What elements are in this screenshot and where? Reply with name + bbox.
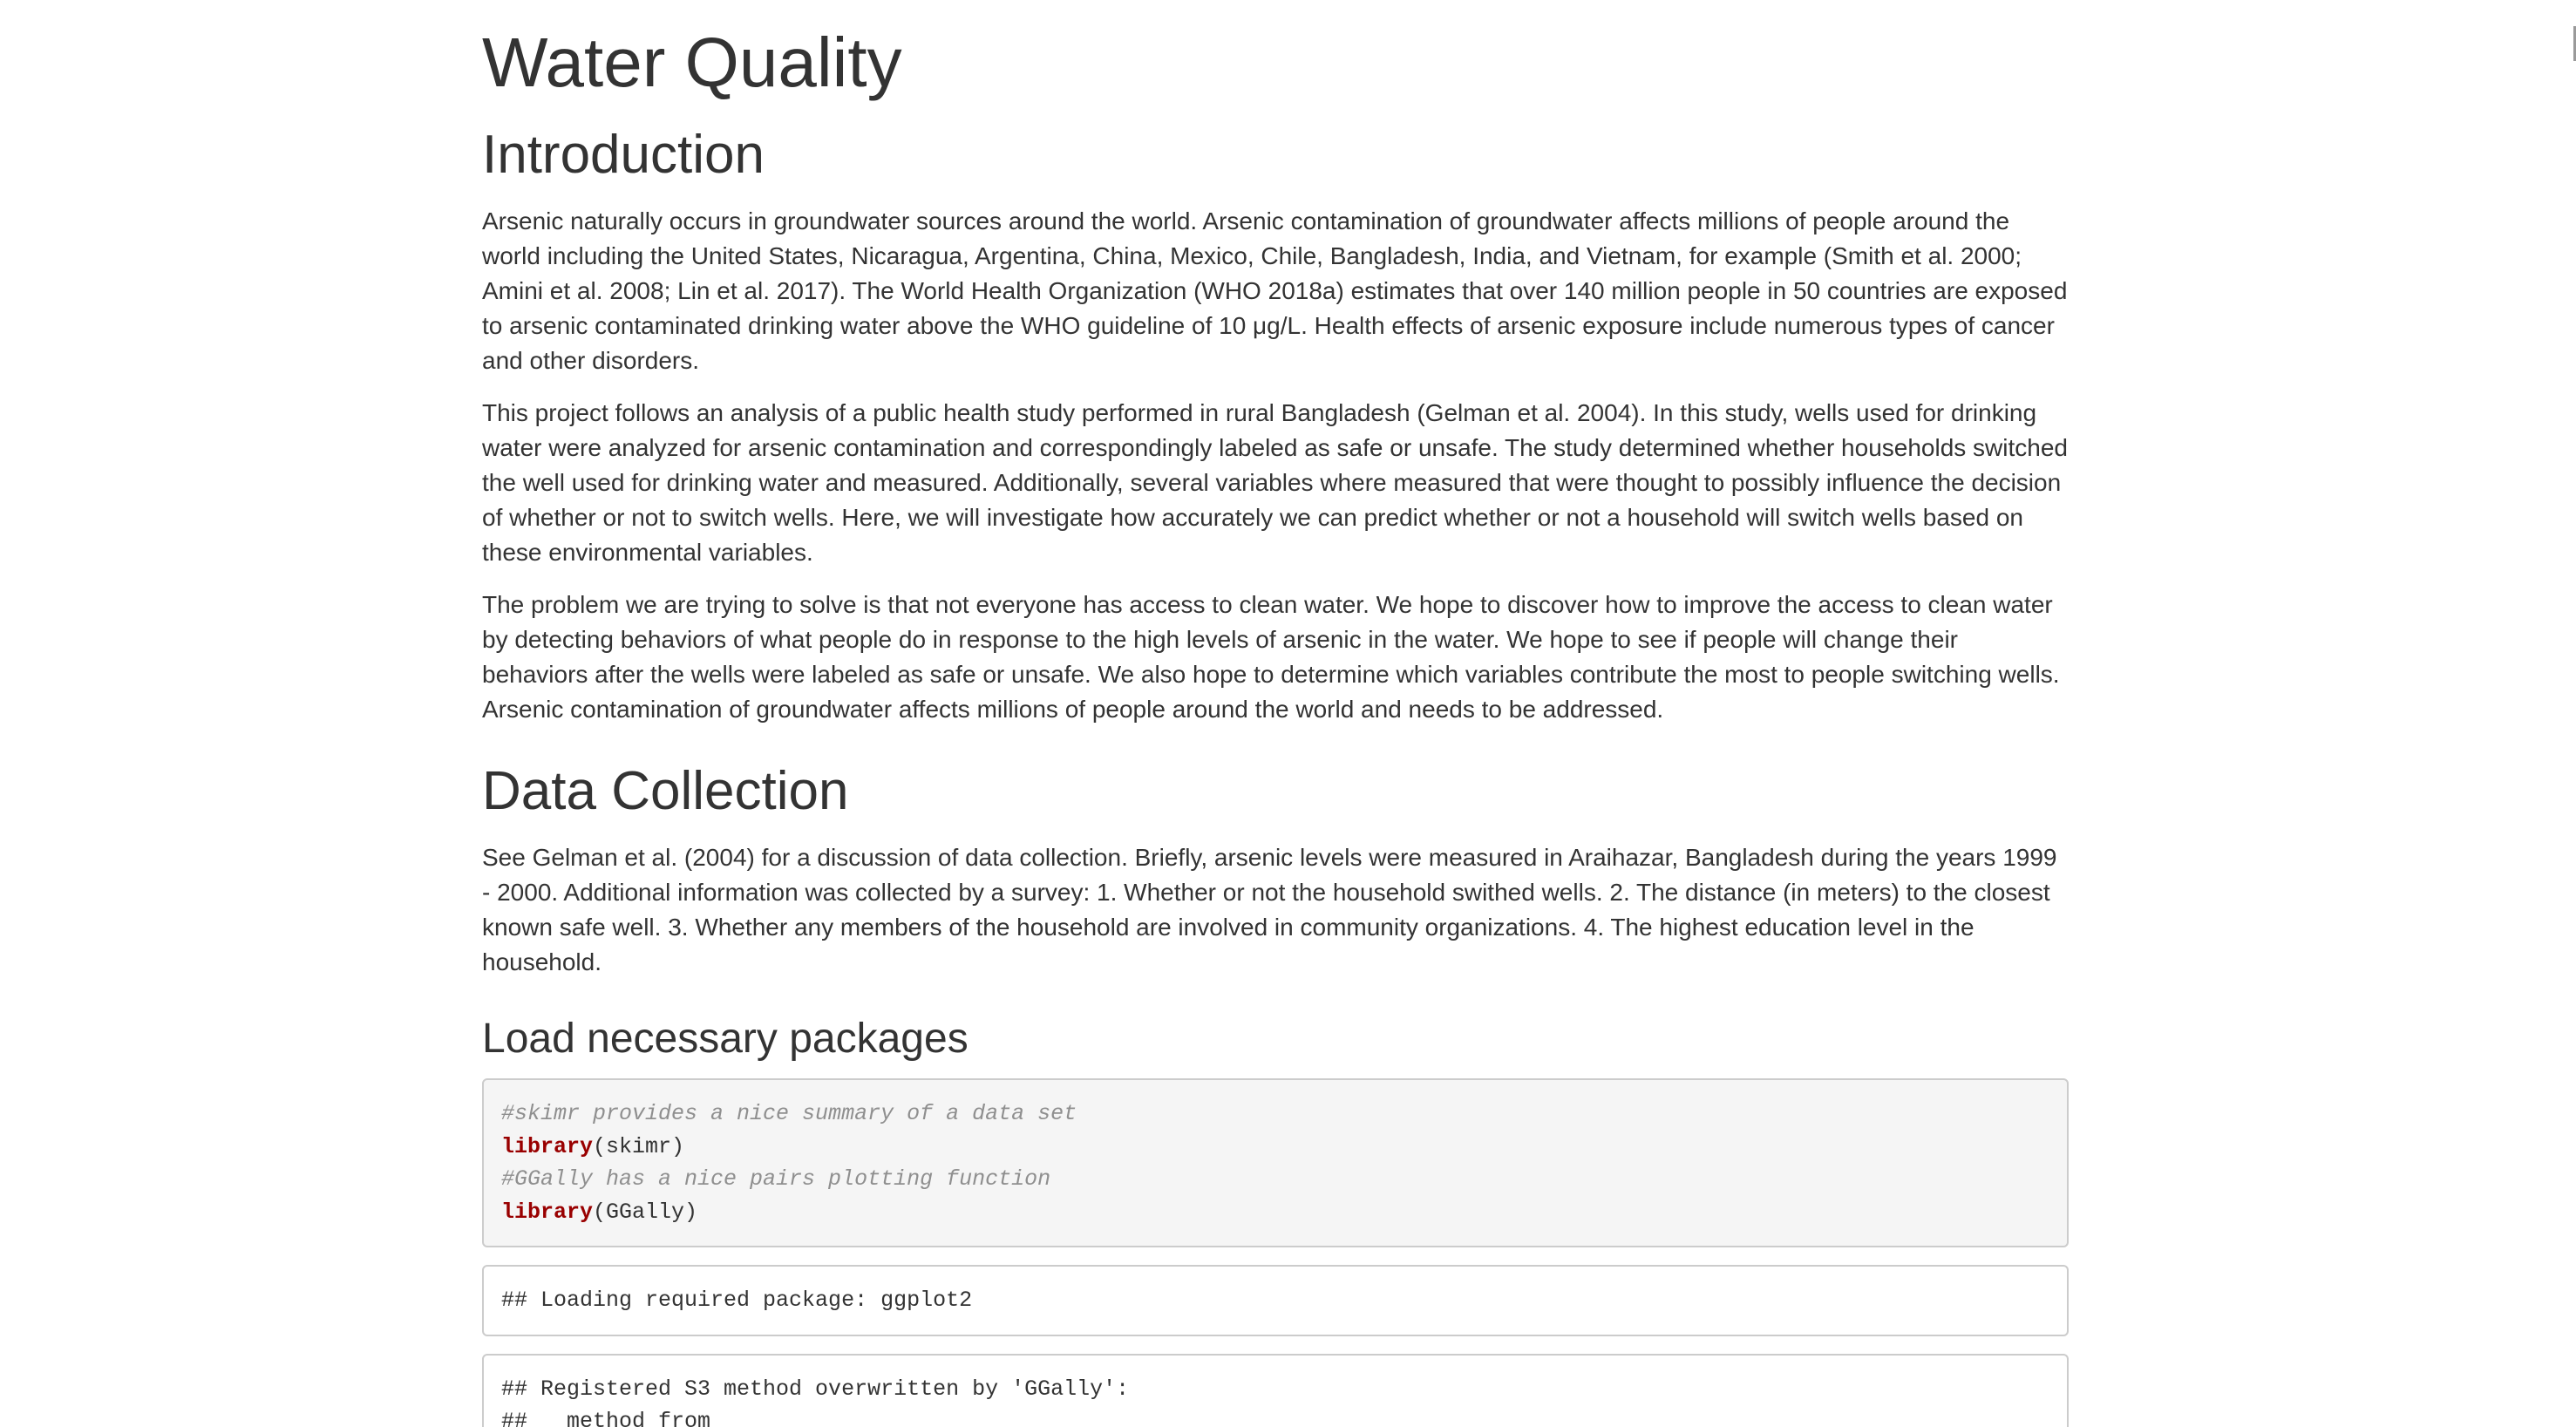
intro-paragraph-3: The problem we are trying to solve is th… [482, 591, 2060, 724]
code-block[interactable]: #skimr provides a nice summary of a data… [482, 1078, 2069, 1248]
section-heading-introduction: Introduction [482, 125, 765, 185]
output-line: ## Loading required package: ggplot2 [501, 1288, 973, 1314]
intro-paragraph-2: This project follows an analysis of a pu… [482, 399, 2068, 567]
output-block-registered[interactable]: ## Registered S3 method overwritten by '… [482, 1353, 2069, 1427]
code-comment: #GGally has a nice pairs plotting functi… [501, 1166, 1051, 1193]
code-keyword: library [501, 1133, 594, 1159]
intro-paragraph-1: Arsenic naturally occurs in groundwater … [482, 207, 2068, 375]
code-keyword: library [501, 1199, 594, 1225]
code-line-4: library(GGally) [501, 1196, 2049, 1229]
code-line-3: #GGally has a nice pairs plotting functi… [501, 1163, 2049, 1196]
output-line: ## method from [501, 1409, 711, 1427]
code-line-1: #skimr provides a nice summary of a data… [501, 1097, 2049, 1131]
subsection-heading-load-packages: Load necessary packages [482, 1016, 969, 1063]
code-argument: (skimr) [593, 1133, 685, 1159]
output-line: ## Registered S3 method overwritten by '… [501, 1376, 1130, 1402]
page: Water Quality Introduction Arsenic natur… [0, 0, 2576, 1427]
section-heading-data-collection: Data Collection [482, 761, 849, 822]
code-argument: (GGally) [593, 1199, 698, 1225]
code-line-2: library(skimr) [501, 1131, 2049, 1164]
output-block-loading[interactable]: ## Loading required package: ggplot2 [482, 1265, 2069, 1336]
data-collection-paragraph: See Gelman et al. (2004) for a discussio… [482, 844, 2057, 976]
code-comment: #skimr provides a nice summary of a data… [501, 1101, 1077, 1127]
main-content: Water Quality Introduction Arsenic natur… [482, 0, 2069, 1427]
page-title: Water Quality [482, 24, 902, 101]
